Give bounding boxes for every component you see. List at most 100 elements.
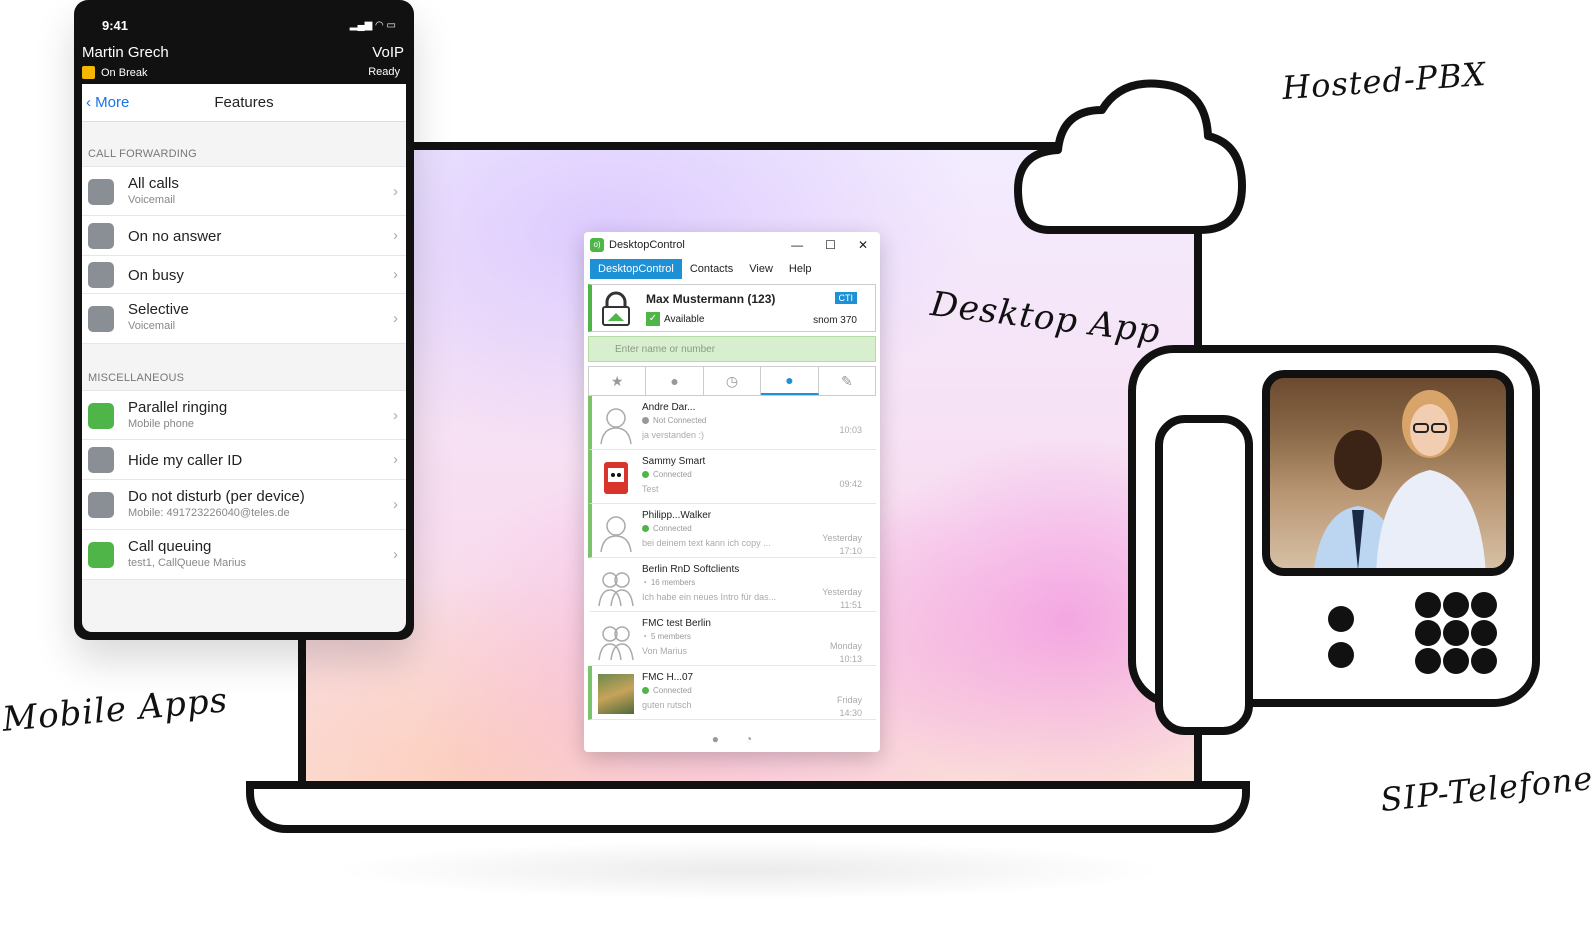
row-all-calls[interactable]: All calls Voicemail › — [82, 166, 406, 216]
row-label: All calls — [128, 175, 179, 192]
cloud-icon — [1014, 79, 1246, 234]
tab-favorites-icon[interactable]: ★ — [589, 367, 647, 395]
tab-bar: ★ ● ◷ ● ✎ — [588, 366, 876, 396]
phone-key — [1415, 620, 1441, 646]
new-group-chat-icon[interactable]: ◔ — [745, 732, 752, 752]
menu-bar: DesktopControl Contacts View Help — [584, 258, 880, 280]
menu-help[interactable]: Help — [781, 259, 820, 279]
row-label: On busy — [128, 267, 184, 284]
chat-item[interactable]: FMC H...07 Connected guten rutsch Friday… — [588, 666, 876, 720]
line-status: Ready — [368, 66, 400, 78]
chat-item[interactable]: Sammy Smart Connected Test 09:42 — [588, 450, 876, 504]
chat-status: ◔ 5 members — [642, 632, 691, 641]
chevron-right-icon: › — [393, 407, 398, 424]
presence-status[interactable]: ✓ Available — [646, 312, 704, 326]
chevron-right-icon: › — [393, 183, 398, 200]
no-answer-icon — [88, 223, 114, 249]
tab-history-icon[interactable]: ◷ — [704, 367, 762, 395]
chat-name: FMC H...07 — [642, 672, 694, 683]
maximize-icon[interactable]: ☐ — [825, 238, 836, 252]
chat-time: 09:42 — [839, 479, 862, 489]
group-avatar-icon — [598, 626, 634, 660]
laptop-base — [246, 781, 1250, 833]
row-parallel-ringing[interactable]: Parallel ringing Mobile phone › — [82, 390, 406, 440]
app-logo-icon: o) — [590, 238, 604, 252]
row-no-answer[interactable]: On no answer › — [82, 216, 406, 256]
chat-message: Ich habe ein neues Intro für das... — [642, 592, 777, 602]
close-icon[interactable]: ✕ — [858, 238, 868, 252]
row-call-queuing[interactable]: Call queuing test1, CallQueue Marius › — [82, 530, 406, 580]
device-name: snom 370 — [813, 315, 857, 326]
menu-desktopcontrol[interactable]: DesktopControl — [590, 259, 682, 279]
user-name: Martin Grech — [82, 44, 169, 61]
tab-contacts-icon[interactable]: ● — [646, 367, 704, 395]
chat-status: ◔ 16 members — [642, 578, 696, 587]
line-type: VoIP — [372, 44, 404, 61]
row-label: On no answer — [128, 228, 222, 245]
tab-settings-icon[interactable]: ✎ — [819, 367, 875, 395]
search-input[interactable]: Enter name or number — [588, 336, 876, 362]
chat-status: Not Connected — [642, 416, 706, 425]
do-not-disturb-icon — [88, 492, 114, 518]
mobile-phone: 9:41 ▂▄▆ ◠ ▭ Martin Grech On Break VoIP … — [74, 0, 414, 640]
parallel-ringing-icon — [88, 403, 114, 429]
chat-item[interactable]: Philipp...Walker Connected bei deinem te… — [588, 504, 876, 558]
phone-key — [1443, 620, 1469, 646]
row-sub: Mobile phone — [128, 418, 195, 430]
row-do-not-disturb[interactable]: Do not disturb (per device) Mobile: 4917… — [82, 480, 406, 530]
menu-contacts[interactable]: Contacts — [682, 259, 741, 279]
chat-time: Yesterday 17:10 — [822, 533, 862, 556]
group-icon: ◔ — [642, 578, 647, 587]
minimize-icon[interactable]: — — [791, 238, 803, 252]
phone-key — [1328, 606, 1354, 632]
nav-bar: ‹ More Features — [82, 84, 406, 122]
chat-name: Berlin RnD Softclients — [642, 564, 740, 575]
selective-icon — [88, 306, 114, 332]
chat-name: FMC test Berlin — [642, 618, 711, 629]
phone-key — [1471, 620, 1497, 646]
row-hide-caller-id[interactable]: Hide my caller ID › — [82, 440, 406, 480]
status-time: 9:41 — [102, 18, 129, 33]
row-label: Parallel ringing — [128, 399, 228, 416]
row-on-busy[interactable]: On busy › — [82, 256, 406, 294]
group-icon: ◔ — [642, 632, 647, 641]
mobile-screen: ‹ More Features CALL FORWARDING All call… — [82, 84, 406, 632]
chevron-right-icon: › — [393, 546, 398, 563]
chat-message: Von Marius — [642, 646, 688, 656]
mobile-apps-label: Mobile Apps — [0, 680, 230, 740]
sip-phones-label: SIP-Telefone — [1378, 758, 1593, 820]
row-sub: Voicemail — [128, 194, 176, 206]
phone-key — [1415, 592, 1441, 618]
section-header: CALL FORWARDING — [88, 148, 197, 160]
row-label: Selective — [128, 301, 189, 318]
chevron-right-icon: › — [393, 451, 398, 468]
tab-chat-icon[interactable]: ● — [761, 367, 819, 395]
phone-key — [1471, 592, 1497, 618]
chat-message: Test — [642, 484, 659, 494]
new-chat-icon[interactable]: ● — [712, 732, 719, 752]
person-avatar-icon — [600, 516, 632, 552]
chat-item[interactable]: Berlin RnD Softclients ◔ 16 members Ich h… — [588, 558, 876, 612]
menu-view[interactable]: View — [741, 259, 781, 279]
chat-item[interactable]: FMC test Berlin ◔ 5 members Von Marius Mo… — [588, 612, 876, 666]
laptop-shadow — [330, 840, 1170, 900]
person-woman — [1376, 390, 1486, 568]
page-title: Features — [214, 94, 274, 111]
chat-status: Connected — [642, 470, 692, 479]
chat-time: Yesterday 11:51 — [822, 587, 862, 610]
chat-name: Andre Dar... — [642, 402, 696, 413]
profile-card[interactable]: Max Mustermann (123) ✓ Available CTI snom… — [588, 284, 876, 332]
row-selective[interactable]: Selective Voicemail › — [82, 294, 406, 344]
chevron-right-icon: › — [393, 227, 398, 244]
busy-icon — [88, 262, 114, 288]
profile-name: Max Mustermann (123) — [646, 292, 776, 306]
phone-key — [1443, 592, 1469, 618]
chevron-right-icon: › — [393, 310, 398, 327]
bottom-bar: ● ◔ — [584, 732, 880, 752]
cti-badge: CTI — [834, 292, 857, 304]
phone-key — [1415, 648, 1441, 674]
chat-item[interactable]: Andre Dar... Not Connected ja verstanden… — [588, 396, 876, 450]
window-titlebar: o) DesktopControl — ☐ ✕ — [584, 232, 880, 258]
chat-time: Monday 10:13 — [829, 641, 862, 664]
row-sub: Mobile: 491723226040@teles.de — [128, 507, 290, 519]
